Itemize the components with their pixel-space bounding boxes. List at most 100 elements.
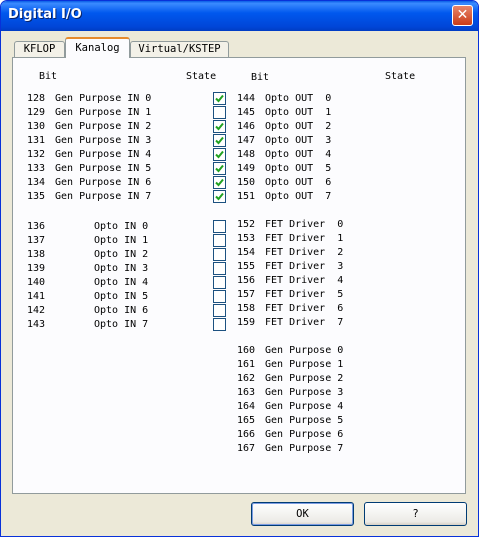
bit-number: 132	[27, 149, 46, 160]
bit-number: 148	[237, 149, 256, 160]
bit-number: 156	[237, 275, 256, 286]
close-icon: ✕	[456, 7, 469, 23]
io-row: 148 Opto OUT 4	[237, 148, 478, 162]
bit-label: FET Driver 6	[265, 303, 344, 314]
bit-label: Gen Purpose IN 0	[55, 93, 152, 104]
io-row: 147 Opto OUT 3	[237, 134, 478, 148]
bit-label: FET Driver 1	[265, 233, 344, 244]
state-checkbox[interactable]	[213, 220, 226, 233]
state-checkbox[interactable]	[213, 262, 226, 275]
state-checkbox[interactable]	[213, 92, 226, 105]
io-row: 153 FET Driver 1	[237, 232, 478, 246]
io-row: 164 Gen Purpose 4	[237, 400, 478, 414]
state-checkbox[interactable]	[213, 148, 226, 161]
bit-number: 151	[237, 191, 256, 202]
bit-number: 150	[237, 177, 256, 188]
io-row: 160 Gen Purpose 0	[237, 344, 478, 358]
io-row: 133 Gen Purpose IN 5	[27, 162, 233, 176]
io-row: 146 Opto OUT 2	[237, 120, 478, 134]
io-row: 136 Opto IN 0	[27, 220, 233, 234]
bit-label: FET Driver 7	[265, 317, 344, 328]
io-row: 149 Opto OUT 5	[237, 162, 478, 176]
state-checkbox[interactable]	[213, 234, 226, 247]
bit-header-right: Bit	[251, 72, 270, 83]
io-row: 130 Gen Purpose IN 2	[27, 120, 233, 134]
state-checkbox[interactable]	[213, 248, 226, 261]
io-row: 152 FET Driver 0	[237, 218, 478, 232]
state-checkbox[interactable]	[213, 134, 226, 147]
state-checkbox[interactable]	[213, 176, 226, 189]
bit-number: 131	[27, 135, 46, 146]
bit-number: 146	[237, 121, 256, 132]
bit-label: Opto OUT 5	[265, 163, 332, 174]
io-row: 134 Gen Purpose IN 6	[27, 176, 233, 190]
bit-number: 130	[27, 121, 46, 132]
io-row: 159 FET Driver 7	[237, 316, 478, 330]
io-row: 143 Opto IN 7	[27, 318, 233, 332]
bit-label: Opto OUT 4	[265, 149, 332, 160]
bit-number: 160	[237, 345, 256, 356]
io-row: 141 Opto IN 5	[27, 290, 233, 304]
bit-label: Opto IN 0	[94, 221, 149, 232]
io-row: 162 Gen Purpose 2	[237, 372, 478, 386]
tab-kanalog[interactable]: Kanalog	[65, 37, 130, 58]
state-checkbox[interactable]	[213, 318, 226, 331]
bit-label: Gen Purpose IN 6	[55, 177, 152, 188]
bit-label: Gen Purpose 4	[265, 401, 344, 412]
bit-label: Opto IN 4	[94, 277, 149, 288]
bit-label: Opto IN 7	[94, 319, 149, 330]
io-row: 157 FET Driver 5	[237, 288, 478, 302]
bit-number: 162	[237, 373, 256, 384]
bit-label: Opto IN 2	[94, 249, 149, 260]
bit-number: 143	[27, 319, 46, 330]
bit-label: FET Driver 3	[265, 261, 344, 272]
state-checkbox[interactable]	[213, 162, 226, 175]
io-row: 140 Opto IN 4	[27, 276, 233, 290]
bit-number: 161	[237, 359, 256, 370]
bit-number: 163	[237, 387, 256, 398]
ok-button[interactable]: OK	[251, 502, 354, 526]
bit-label: Gen Purpose 7	[265, 443, 344, 454]
bit-number: 154	[237, 247, 256, 258]
state-checkbox[interactable]	[213, 120, 226, 133]
io-row: 150 Opto OUT 6	[237, 176, 478, 190]
state-checkbox[interactable]	[213, 190, 226, 203]
io-row: 163 Gen Purpose 3	[237, 386, 478, 400]
bit-label: Opto OUT 0	[265, 93, 332, 104]
bit-number: 159	[237, 317, 256, 328]
state-checkbox[interactable]	[213, 290, 226, 303]
io-row: 155 FET Driver 3	[237, 260, 478, 274]
bit-label: Gen Purpose IN 1	[55, 107, 152, 118]
bit-header-left: Bit	[39, 71, 58, 82]
bit-label: Gen Purpose 1	[265, 359, 344, 370]
state-checkbox[interactable]	[213, 106, 226, 119]
tab-virtual-kstep[interactable]: Virtual/KSTEP	[130, 41, 229, 58]
bit-number: 134	[27, 177, 46, 188]
bit-label: Gen Purpose 6	[265, 429, 344, 440]
bit-label: FET Driver 2	[265, 247, 344, 258]
io-row: 135 Gen Purpose IN 7	[27, 190, 233, 204]
bit-number: 165	[237, 415, 256, 426]
bit-number: 144	[237, 93, 256, 104]
bit-label: Opto IN 6	[94, 305, 149, 316]
state-checkbox[interactable]	[213, 304, 226, 317]
bit-number: 158	[237, 303, 256, 314]
io-row: 145 Opto OUT 1	[237, 106, 478, 120]
help-button[interactable]: ?	[364, 502, 467, 526]
io-row: 158 FET Driver 6	[237, 302, 478, 316]
tab-label: KFLOP	[23, 43, 56, 55]
state-checkbox[interactable]	[213, 276, 226, 289]
io-row: 139 Opto IN 3	[27, 262, 233, 276]
bit-number: 142	[27, 305, 46, 316]
state-header-right: State	[385, 71, 416, 82]
bit-label: Opto OUT 7	[265, 191, 332, 202]
io-row: 132 Gen Purpose IN 4	[27, 148, 233, 162]
tab-kflop[interactable]: KFLOP	[14, 41, 65, 58]
bit-number: 140	[27, 277, 46, 288]
bit-number: 164	[237, 401, 256, 412]
bit-number: 138	[27, 249, 46, 260]
close-button[interactable]: ✕	[452, 5, 473, 26]
io-row: 167 Gen Purpose 7	[237, 442, 478, 456]
bit-label: Gen Purpose IN 5	[55, 163, 152, 174]
title-bar[interactable]: Digital I/O ✕	[1, 1, 478, 31]
